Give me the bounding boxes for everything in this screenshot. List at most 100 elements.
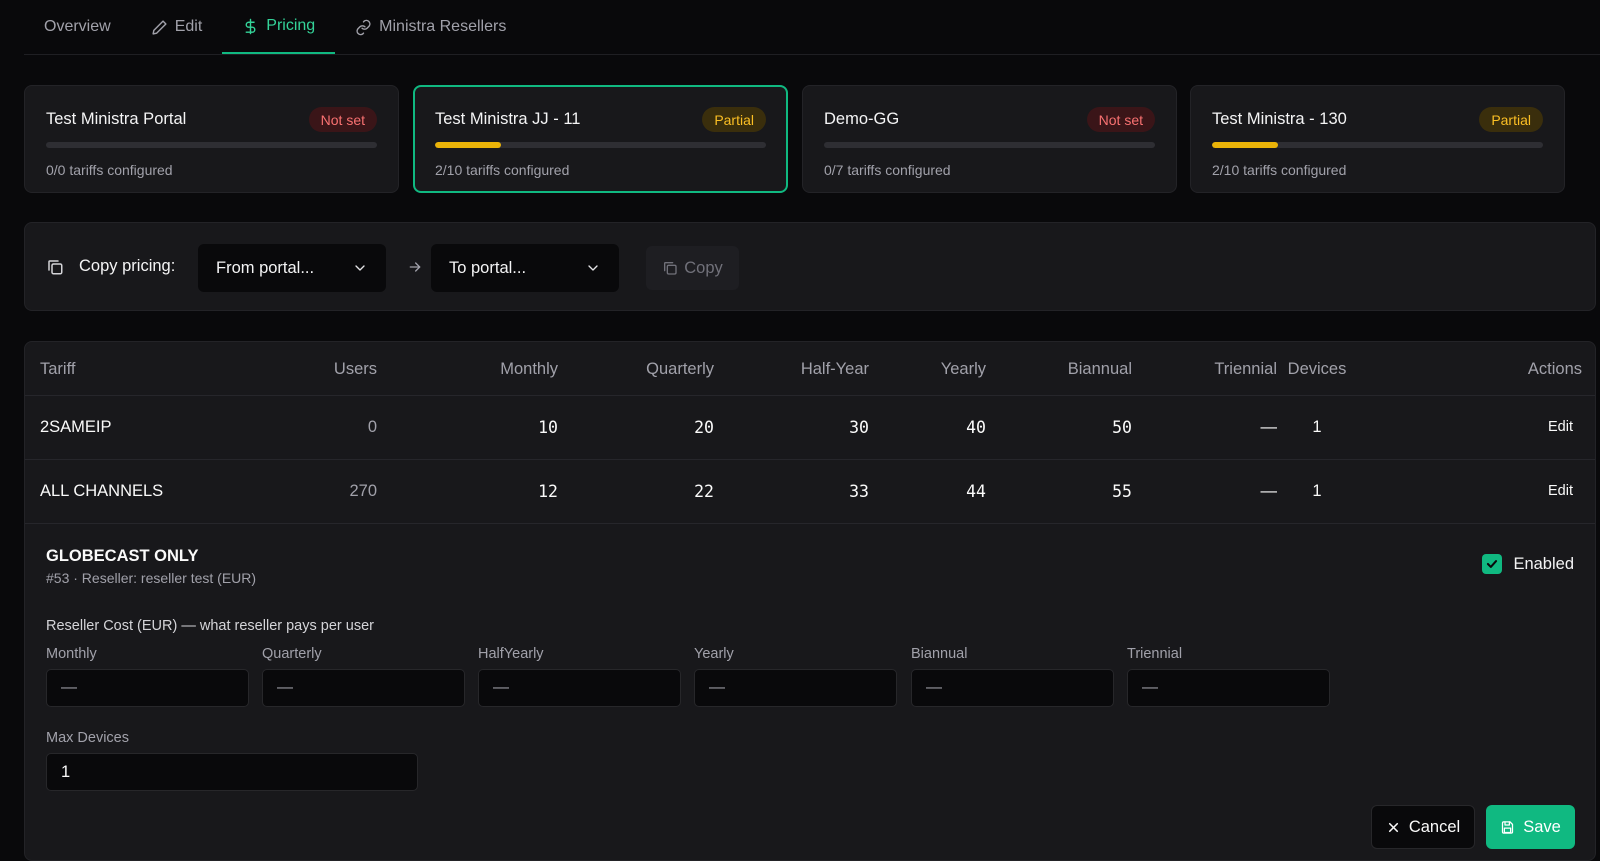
price-quarterly: 20 <box>694 418 714 437</box>
field-label-yearly: Yearly <box>694 646 734 662</box>
price-yearly: 40 <box>966 418 986 437</box>
tab-label: Overview <box>44 18 111 35</box>
progress-bar <box>824 142 1155 148</box>
save-button[interactable]: Save <box>1486 805 1575 849</box>
tab-overview[interactable]: Overview <box>24 0 131 54</box>
header-monthly: Monthly <box>500 360 558 378</box>
header-biannual: Biannual <box>1067 360 1132 378</box>
progress-bar <box>1212 142 1543 148</box>
cancel-button[interactable]: Cancel <box>1371 805 1475 849</box>
monthly-cost-input[interactable] <box>46 669 249 707</box>
biannual-cost-input[interactable] <box>911 669 1114 707</box>
to-portal-value: To portal... <box>449 258 527 277</box>
copy-button[interactable]: Copy <box>646 246 739 290</box>
portal-name: Test Ministra Portal <box>46 110 187 128</box>
header-actions: Actions <box>1527 360 1582 378</box>
status-badge: Not set <box>1086 107 1155 132</box>
max-devices-label: Max Devices <box>46 730 129 746</box>
edit-button[interactable]: Edit <box>1548 483 1573 499</box>
max-devices-input[interactable] <box>46 753 418 791</box>
tab-label: Pricing <box>266 17 316 34</box>
to-portal-select[interactable]: To portal... <box>431 244 619 292</box>
table-row: ALL CHANNELS 270 12 22 33 44 55 — 1 Edit <box>25 460 1595 524</box>
portal-card[interactable]: Test Ministra Portal Not set 0/0 tariffs… <box>24 85 399 193</box>
header-tariff: Tariff <box>40 360 76 378</box>
from-portal-select[interactable]: From portal... <box>198 244 386 292</box>
tab-ministra-resellers[interactable]: Ministra Resellers <box>335 0 526 54</box>
price-halfyear: 30 <box>849 418 869 437</box>
copy-pricing-panel: Copy pricing: From portal... To portal..… <box>24 222 1596 311</box>
field-label-monthly: Monthly <box>46 646 97 662</box>
field-label-triennial: Triennial <box>1127 646 1183 662</box>
price-monthly: 10 <box>538 418 558 437</box>
portal-summary: 0/0 tariffs configured <box>46 162 173 178</box>
portal-summary: 0/7 tariffs configured <box>824 162 951 178</box>
devices-count: 1 <box>1312 418 1322 436</box>
progress-fill <box>1212 142 1279 148</box>
tab-pricing[interactable]: Pricing <box>222 0 336 54</box>
price-quarterly: 22 <box>694 482 714 501</box>
users-count: 270 <box>349 482 377 500</box>
pencil-icon <box>152 19 167 35</box>
devices-count: 1 <box>1312 482 1322 500</box>
quarterly-cost-input[interactable] <box>262 669 465 707</box>
close-icon <box>1388 822 1398 832</box>
save-label: Save <box>1523 817 1561 836</box>
tab-label: Ministra Resellers <box>379 18 507 35</box>
header-halfyear: Half-Year <box>800 360 869 378</box>
halfyearly-cost-input[interactable] <box>478 669 681 707</box>
users-count: 0 <box>367 418 377 436</box>
copy-button-label: Copy <box>684 258 723 277</box>
edit-button[interactable]: Edit <box>1548 419 1573 435</box>
header-users: Users <box>333 360 377 378</box>
header-devices: Devices <box>1287 360 1347 378</box>
price-yearly: 44 <box>966 482 986 501</box>
yearly-cost-input[interactable] <box>694 669 897 707</box>
tab-bar: Overview Edit Pricing Ministra Resellers <box>24 0 1600 55</box>
tab-label: Edit <box>174 18 203 35</box>
price-biannual: 50 <box>1112 418 1132 437</box>
save-icon <box>1502 820 1514 834</box>
portal-name: Demo-GG <box>824 110 900 128</box>
tariff-editor: GLOBECAST ONLY #53 · Reseller: reseller … <box>25 524 1595 860</box>
triennial-cost-input[interactable] <box>1127 669 1330 707</box>
price-biannual: 55 <box>1112 482 1132 501</box>
tab-edit[interactable]: Edit <box>131 0 223 54</box>
table-row: 2SAMEIP 0 10 20 30 40 50 — 1 Edit <box>25 396 1595 460</box>
status-badge: Partial <box>702 107 766 132</box>
from-portal-value: From portal... <box>216 258 315 277</box>
portal-card[interactable]: Demo-GG Not set 0/7 tariffs configured <box>802 85 1177 193</box>
enabled-label: Enabled <box>1513 554 1574 573</box>
dollar-icon <box>245 18 256 34</box>
arrow-right-icon <box>409 262 421 272</box>
tariff-name: 2SAMEIP <box>40 418 112 436</box>
portal-cards: Test Ministra Portal Not set 0/0 tariffs… <box>24 85 1596 193</box>
field-label-biannual: Biannual <box>911 646 968 662</box>
tariff-name: ALL CHANNELS <box>40 482 164 500</box>
progress-bar <box>46 142 377 148</box>
status-badge: Partial <box>1479 107 1543 132</box>
portal-name: Test Ministra - 130 <box>1212 110 1347 128</box>
progress-bar <box>435 142 766 148</box>
editor-subtitle: #53 · Reseller: reseller test (EUR) <box>46 570 257 586</box>
cancel-label: Cancel <box>1408 817 1461 836</box>
check-icon <box>1487 560 1498 568</box>
chevron-down-icon <box>355 265 365 271</box>
field-label-halfyearly: HalfYearly <box>478 646 544 662</box>
price-monthly: 12 <box>538 482 558 501</box>
enabled-checkbox[interactable] <box>1482 554 1503 574</box>
editor-title: GLOBECAST ONLY <box>46 547 199 565</box>
reseller-cost-label: Reseller Cost (EUR) — what reseller pays… <box>46 618 374 634</box>
copy-icon <box>664 262 677 275</box>
header-yearly: Yearly <box>940 360 986 378</box>
enabled-toggle[interactable]: Enabled <box>1482 554 1574 574</box>
link-icon <box>356 19 371 35</box>
portal-card[interactable]: Test Ministra - 130 Partial 2/10 tariffs… <box>1190 85 1565 193</box>
copy-icon <box>48 260 63 275</box>
portal-name: Test Ministra JJ - 11 <box>435 110 581 128</box>
progress-fill <box>435 142 502 148</box>
table-header: Tariff Users Monthly Quarterly Half-Year… <box>25 342 1595 396</box>
portal-summary: 2/10 tariffs configured <box>1212 162 1347 178</box>
portal-summary: 2/10 tariffs configured <box>435 162 570 178</box>
portal-card[interactable]: Test Ministra JJ - 11 Partial 2/10 tarif… <box>413 85 788 193</box>
